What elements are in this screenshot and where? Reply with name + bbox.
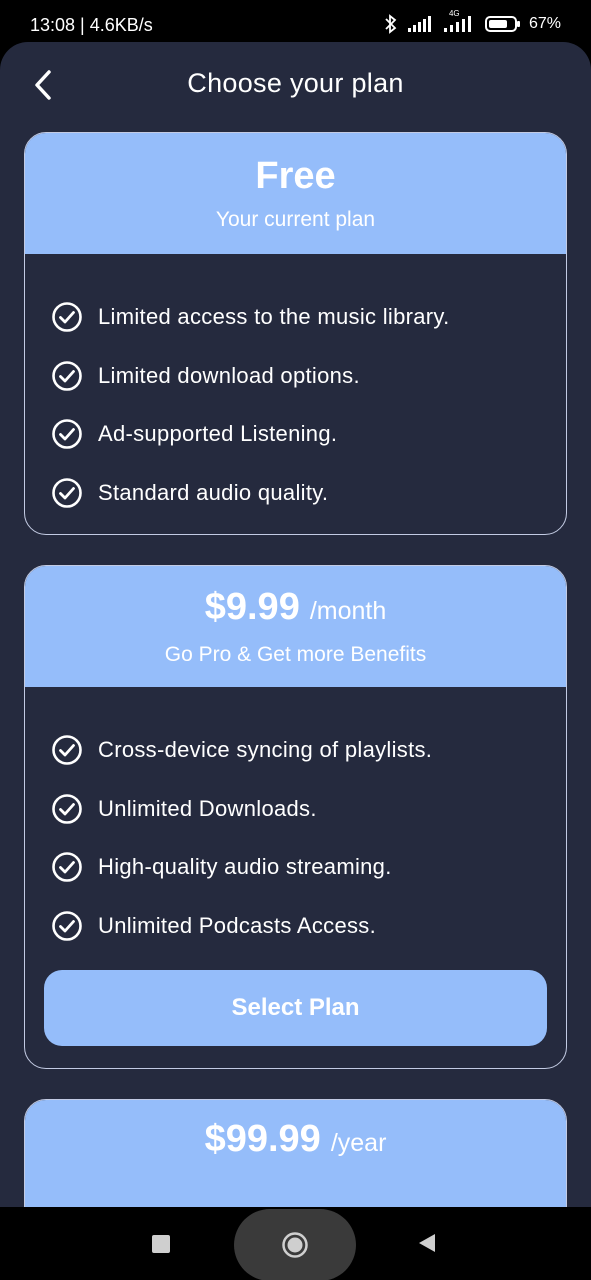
select-plan-button[interactable]: Select Plan xyxy=(44,970,547,1046)
status-icons: 4G 67% xyxy=(383,9,561,34)
signal-icon xyxy=(407,15,435,33)
plan-header: Free Your current plan xyxy=(25,133,566,254)
feature-item: Limited download options. xyxy=(51,347,540,406)
plan-header: $99.99 /year xyxy=(25,1100,566,1207)
plan-card-free: Free Your current plan Limited access to… xyxy=(24,132,567,535)
feature-list: Cross-device syncing of playlists. Unlim… xyxy=(25,687,566,955)
system-nav-bar xyxy=(0,1207,591,1280)
price-row: $99.99 /year xyxy=(205,1118,387,1161)
check-circle-icon xyxy=(52,477,82,508)
plan-period: /month xyxy=(309,597,387,625)
feature-text: Unlimited Podcasts Access. xyxy=(98,912,377,938)
triangle-left-icon[interactable] xyxy=(418,1233,436,1258)
feature-item: Cross-device syncing of playlists. xyxy=(51,721,540,780)
feature-text: Cross-device syncing of playlists. xyxy=(98,737,433,763)
feature-item: High-quality audio streaming. xyxy=(51,838,540,897)
check-circle-icon xyxy=(52,419,82,450)
check-circle-icon xyxy=(52,793,82,824)
feature-item: Unlimited Podcasts Access. xyxy=(51,897,540,956)
battery-icon xyxy=(484,15,521,33)
plan-price: $99.99 xyxy=(204,1118,321,1160)
check-circle-icon xyxy=(52,360,82,391)
feature-item: Limited access to the music library. xyxy=(51,288,540,347)
check-circle-icon xyxy=(52,852,82,883)
square-icon[interactable] xyxy=(152,1235,170,1253)
feature-text: Limited download options. xyxy=(98,362,360,388)
price-row: $9.99 /month xyxy=(205,586,387,629)
bluetooth-icon xyxy=(383,14,399,34)
feature-text: Ad-supported Listening. xyxy=(98,421,338,447)
feature-item: Ad-supported Listening. xyxy=(51,405,540,464)
circle-icon xyxy=(282,1232,308,1258)
battery-percent: 67% xyxy=(528,15,561,32)
plan-card-yearly: $99.99 /year xyxy=(24,1099,567,1207)
plan-price: $9.99 xyxy=(204,586,300,628)
feature-item: Unlimited Downloads. xyxy=(51,780,540,839)
plan-name: Free xyxy=(255,155,336,197)
plan-subtitle: Go Pro & Get more Benefits xyxy=(164,643,427,666)
plan-card-monthly: $9.99 /month Go Pro & Get more Benefits … xyxy=(24,565,567,1069)
feature-text: Limited access to the music library. xyxy=(98,304,450,330)
status-time: 13:08 | 4.6KB/s xyxy=(30,15,153,35)
feature-item: Standard audio quality. xyxy=(51,464,540,523)
network-type-label: 4G xyxy=(448,9,460,18)
feature-text: Standard audio quality. xyxy=(98,479,329,505)
signal-4g-icon: 4G xyxy=(443,9,477,33)
check-circle-icon xyxy=(52,735,82,766)
plan-header: $9.99 /month Go Pro & Get more Benefits xyxy=(25,566,566,687)
home-button[interactable] xyxy=(234,1209,356,1280)
feature-text: High-quality audio streaming. xyxy=(98,854,392,880)
feature-text: Unlimited Downloads. xyxy=(98,795,317,821)
check-circle-icon xyxy=(52,910,82,941)
page-title: Choose your plan xyxy=(187,68,404,98)
plan-subtitle: Your current plan xyxy=(215,208,376,231)
plan-period: /year xyxy=(330,1129,387,1157)
check-circle-icon xyxy=(52,302,82,333)
feature-list: Limited access to the music library. Lim… xyxy=(25,254,566,522)
plan-screen: Choose your plan Free Your current plan … xyxy=(0,42,591,1207)
